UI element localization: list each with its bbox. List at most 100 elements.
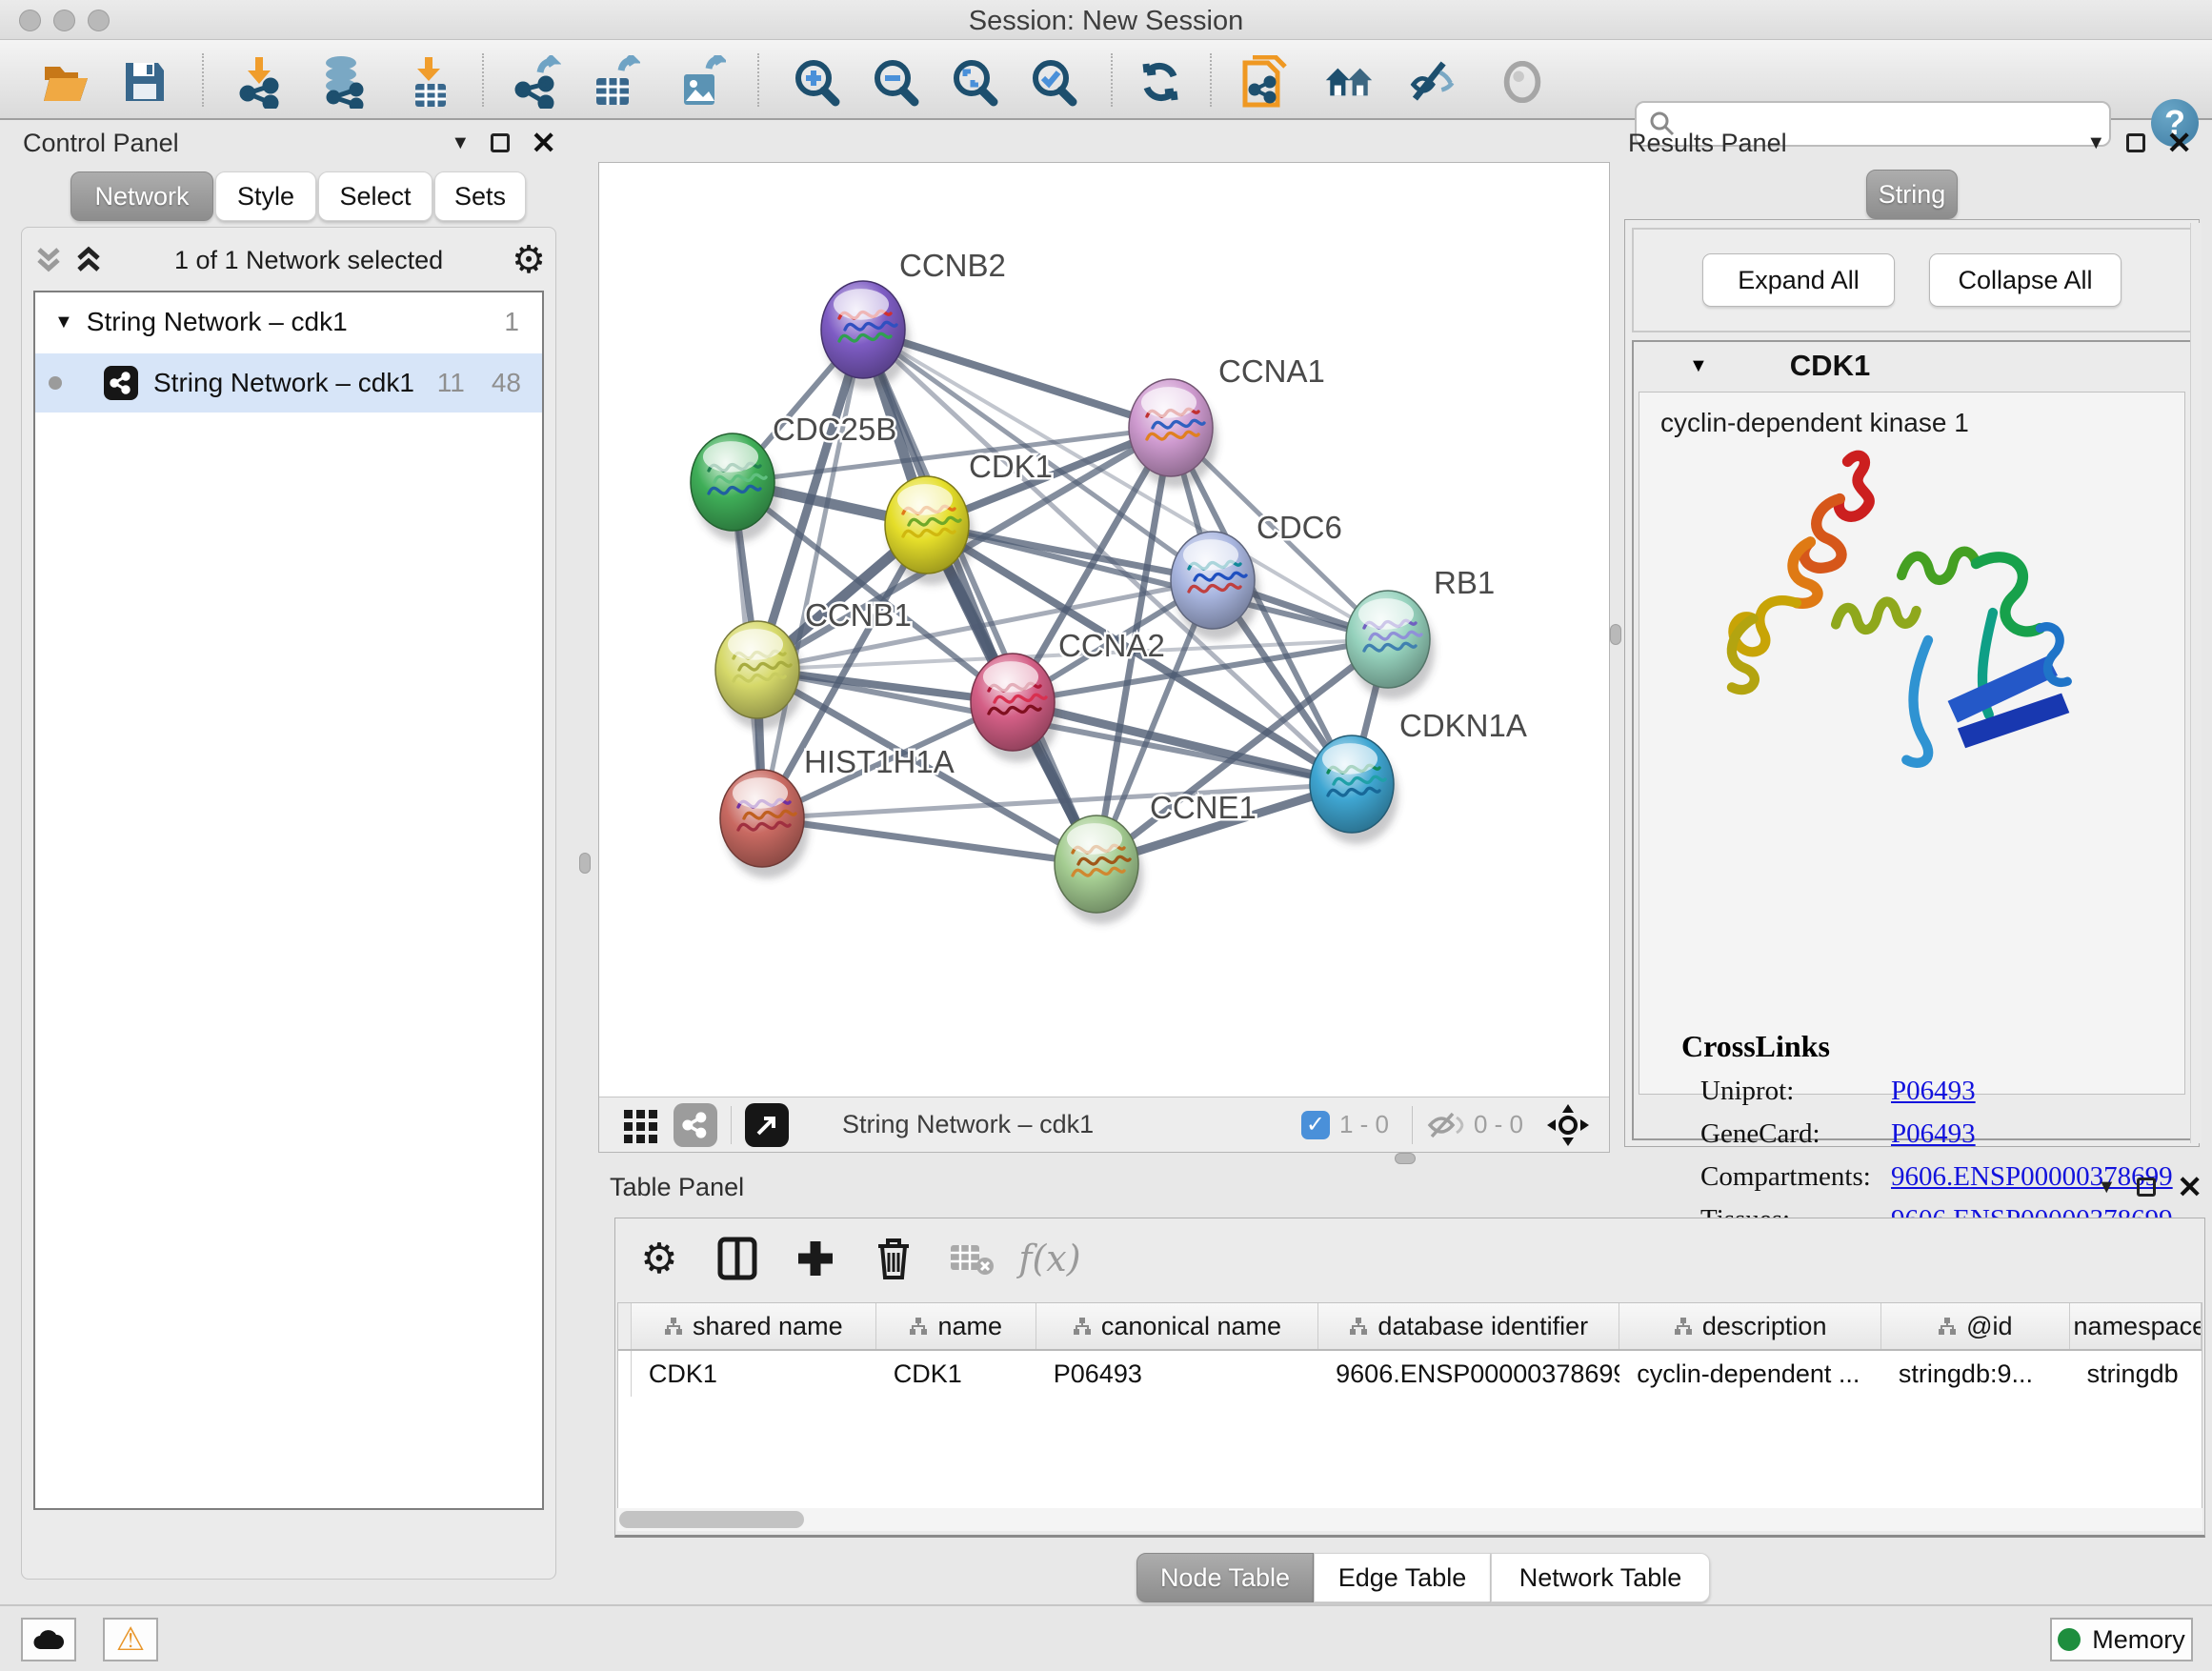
splitter-grip[interactable] [1395,1153,1416,1164]
home-icon[interactable] [1324,57,1374,107]
function-builder-icon[interactable]: f(x) [1025,1234,1075,1283]
show-columns-icon[interactable] [713,1234,762,1283]
export-table-icon[interactable] [591,57,640,107]
table-cell[interactable]: 9606.ENSP00000378699 [1318,1351,1619,1397]
grid-view-icon[interactable] [622,1106,660,1144]
crosslink-link[interactable]: P06493 [1891,1118,1976,1150]
crosslink-link[interactable]: P06493 [1891,1076,1976,1107]
network-birdseye-icon[interactable] [674,1103,717,1147]
network-label: String Network – cdk1 [153,368,414,398]
column-header-name[interactable]: name [876,1303,1036,1349]
column-header-shared-name[interactable]: shared name [632,1303,876,1349]
collapse-all-icon[interactable] [31,244,66,276]
network-node-CDC6[interactable] [1171,532,1255,629]
tab-network-table[interactable]: Network Table [1491,1553,1710,1602]
section-expander-icon[interactable]: ▼ [1689,355,1708,377]
zoom-fit-icon[interactable] [951,57,1000,107]
expand-all-button[interactable]: Expand All [1702,253,1895,307]
network-node-CCNA1[interactable] [1129,379,1213,476]
panel-menu-icon[interactable]: ▼ [2097,1177,2116,1198]
collapse-all-button[interactable]: Collapse All [1929,253,2122,307]
network-edge-HIST1H1A-CCNE1[interactable] [762,818,1096,864]
selected-items-checkbox[interactable]: ✓ [1301,1111,1330,1139]
float-panel-icon[interactable] [2137,1178,2156,1197]
warnings-button[interactable]: ⚠ [103,1618,158,1661]
table-cell[interactable]: P06493 [1036,1351,1318,1397]
column-header--id[interactable]: @id [1881,1303,2070,1349]
table-cell[interactable]: stringdb:9... [1881,1351,2070,1397]
network-node-HIST1H1A[interactable] [720,770,804,867]
collection-label: String Network – cdk1 [87,307,348,337]
expand-all-icon[interactable] [71,244,106,276]
float-panel-icon[interactable] [491,133,510,152]
network-node-CCNB2[interactable] [821,281,905,378]
import-table-from-file-icon[interactable] [406,57,455,107]
table-cell[interactable]: CDK1 [876,1351,1036,1397]
network-node-RB1[interactable] [1346,591,1430,688]
scrollbar-thumb[interactable] [619,1511,804,1528]
splitter-grip[interactable] [579,853,591,874]
tab-node-table[interactable]: Node Table [1136,1553,1314,1602]
network-node-CDC25B[interactable] [691,433,774,531]
column-header-namespace[interactable]: namespace [2070,1303,2202,1349]
delete-table-icon[interactable] [947,1234,996,1283]
share-document-icon[interactable] [1240,57,1290,107]
node-label-CCNE1: CCNE1 [1150,790,1257,825]
tab-style[interactable]: Style [215,171,316,221]
refresh-icon[interactable] [1136,57,1185,107]
column-header-database-identifier[interactable]: database identifier [1318,1303,1619,1349]
tab-select[interactable]: Select [318,171,432,221]
export-network-icon[interactable] [512,57,561,107]
cloud-status-button[interactable] [21,1618,76,1661]
panel-menu-icon[interactable]: ▼ [2086,132,2105,154]
table-cell[interactable]: cyclin-dependent ... [1619,1351,1881,1397]
tab-sets[interactable]: Sets [434,171,526,221]
network-row-selected[interactable]: String Network – cdk1 11 48 [35,353,542,413]
network-node-CDK1[interactable] [885,476,969,574]
tab-edge-table[interactable]: Edge Table [1314,1553,1491,1602]
panel-menu-icon[interactable]: ▼ [451,132,470,154]
node-label-CCNA2: CCNA2 [1058,628,1165,663]
tab-network[interactable]: Network [70,171,213,221]
import-network-from-file-icon[interactable] [234,57,284,107]
table-cell[interactable]: stringdb [2070,1351,2202,1397]
hide-glasses-icon[interactable] [1408,57,1458,107]
save-session-icon[interactable] [120,57,170,107]
show-eye-icon[interactable] [1498,57,1547,107]
column-type-icon [1349,1317,1368,1336]
zoom-out-icon[interactable] [872,57,921,107]
network-node-CDKN1A[interactable] [1310,735,1394,833]
string-results-container: Expand All Collapse All ▼ CDK1 cyclin-de… [1624,219,2200,1147]
table-settings-gear-icon[interactable]: ⚙ [634,1234,684,1283]
protein-structure-image [1697,448,2097,772]
delete-column-trash-icon[interactable] [869,1234,918,1283]
crosslink-label: GeneCard: [1700,1118,1891,1150]
float-panel-icon[interactable] [2126,133,2145,152]
export-image-icon[interactable] [676,57,726,107]
network-node-CCNE1[interactable] [1055,815,1138,913]
close-panel-icon[interactable]: ✕ [2177,1178,2202,1197]
network-options-gear-icon[interactable]: ⚙ [512,241,546,279]
close-panel-icon[interactable]: ✕ [2166,133,2192,152]
tab-string[interactable]: String [1866,170,1958,219]
zoom-in-icon[interactable] [793,57,842,107]
column-header-canonical-name[interactable]: canonical name [1036,1303,1318,1349]
import-network-from-database-icon[interactable] [318,57,368,107]
results-scrollbar[interactable] [2190,223,2202,1143]
zoom-selected-icon[interactable] [1030,57,1079,107]
network-node-CCNB1[interactable] [715,621,799,718]
column-header-description[interactable]: description [1619,1303,1881,1349]
table-row[interactable]: CDK1CDK1P064939606.ENSP00000378699cyclin… [618,1351,2202,1397]
open-in-window-icon[interactable] [745,1103,789,1147]
add-column-icon[interactable] [791,1234,840,1283]
network-canvas[interactable]: CCNB2CCNA1CDC25BCDK1CDC6RB1CCNB1CCNA2CDK… [599,163,1609,1097]
network-collection-row[interactable]: ▼ String Network – cdk1 1 [35,294,542,350]
open-session-icon[interactable] [42,57,91,107]
table-horizontal-scrollbar[interactable] [617,1508,2202,1531]
network-node-CCNA2[interactable] [971,654,1055,751]
table-cell[interactable]: CDK1 [632,1351,876,1397]
collection-expander-icon[interactable]: ▼ [54,312,73,333]
memory-button[interactable]: Memory [2050,1618,2193,1661]
close-panel-icon[interactable]: ✕ [531,133,556,152]
fit-content-crosshair-icon[interactable] [1546,1103,1590,1147]
